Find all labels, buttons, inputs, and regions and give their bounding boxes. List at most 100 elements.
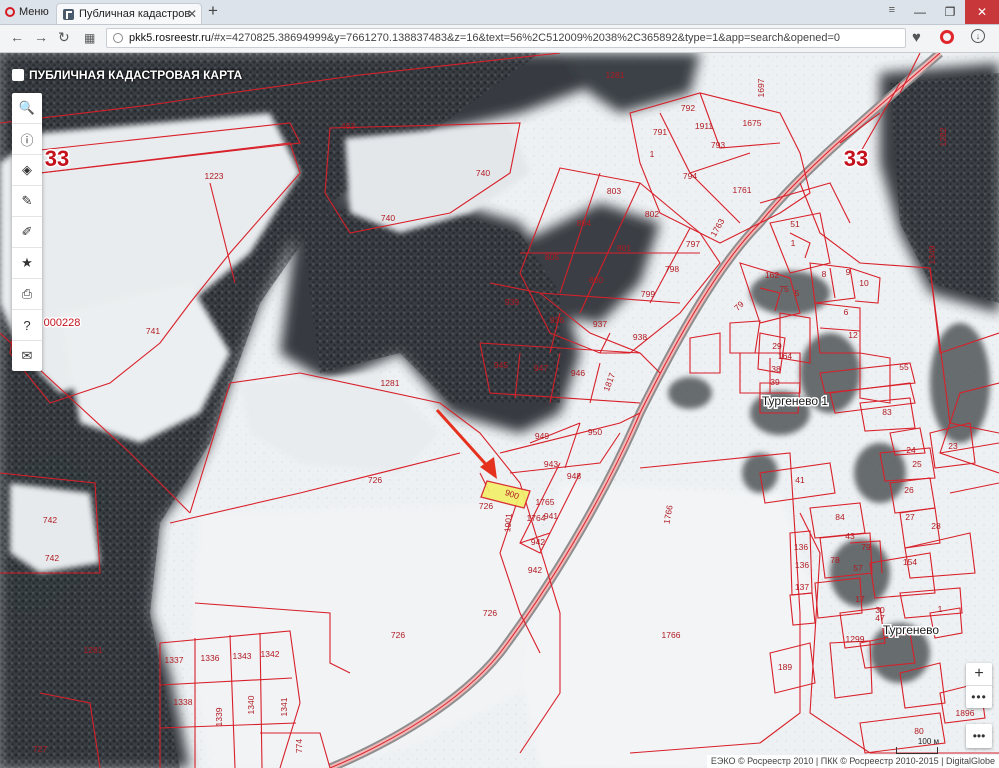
parcel-number-label: 57 [853,563,863,573]
heart-icon[interactable]: ♥ [912,29,921,46]
parcel-number-label: 949 [535,431,549,441]
new-tab-button[interactable]: + [208,1,218,21]
parcel-number-label: 1 [938,604,943,614]
download-icon[interactable]: ↓ [971,29,985,43]
more-options-button[interactable]: ••• [966,724,992,748]
parcel-number-label: 136 [795,560,809,570]
parcel-number-label: 805 [545,252,559,262]
map-canvas[interactable]: 1281463740740122374112817267267267267427… [0,53,999,768]
info-icon: ⓘ [20,132,34,148]
parcel-number-label: 1338 [174,697,193,707]
site-info-icon[interactable] [113,33,123,43]
parcel-number-label: 164 [778,351,792,361]
star-tool-button[interactable]: ★ [12,248,42,279]
search-icon: 🔍 [18,100,36,115]
opera-icon[interactable] [940,30,954,44]
info-tool-button[interactable]: ⓘ [12,124,42,155]
parcel-number-label: 43 [845,531,855,541]
map-toolbar: 🔍 ⓘ ◈ ✎ ✐ ★ ⎙? ✉ [12,93,42,371]
parcel-number-label: 136 [794,542,808,552]
opera-logo-icon [5,7,15,17]
parcel-number-label: 23 [948,441,958,451]
url-domain: pkk5.rosreestr.ru [129,32,211,44]
parcel-number-label: 803 [607,186,621,196]
cadastral-block-label: 000228 [44,317,81,329]
ruler-icon: ✐ [21,224,33,239]
print-icon: ⎙ [21,286,33,301]
parcel-number-label: 1282 [938,127,948,146]
parcel-number-label: 1766 [662,630,681,640]
parcel-number-label: 6 [844,307,849,317]
pencil-tool-button[interactable]: ✎ [12,186,42,217]
parcel-number-label: 799 [641,289,655,299]
map-attribution: ЕЭКО © Росреестр 2010 | ПКК © Росреестр … [706,755,999,768]
parcel-number-label: 55 [899,362,909,372]
print-tool-button[interactable]: ⎙ [12,279,42,310]
tab-title: Публичная кадастровая карт [79,8,191,20]
scale-label: 100 м [917,737,939,746]
parcel-number-label: 1340 [246,695,256,714]
parcel-number-label: 84 [835,512,845,522]
parcel-number-label: 937 [593,319,607,329]
parcel-number-label: 740 [381,213,395,223]
speed-dial-icon[interactable]: ▦ [84,31,95,45]
close-icon[interactable]: ✕ [965,0,999,24]
parcel-number-label: 1341 [279,697,289,716]
parcel-number-label: 945 [494,360,508,370]
zoom-more-button[interactable]: ••• [966,686,992,708]
minimize-icon[interactable]: — [905,0,935,24]
help-tool-button[interactable]: ? [12,310,42,341]
cadastral-map[interactable]: 1281 463 740 740 1223 741 1281 726 726 726 726 742 7… [0,53,999,768]
tab-cadastral-map[interactable]: Публичная кадастровая карт ✕ [56,3,202,24]
back-icon[interactable]: ← [10,29,24,45]
zoom-in-button[interactable]: + [966,663,992,686]
parcel-number-label: 8 [822,269,827,279]
parcel-number-label: 1761 [733,185,752,195]
parcel-number-label: 941 [544,511,558,521]
parcel-number-label: 29 [772,341,782,351]
parcel-number-label: 742 [45,553,59,563]
village-name-label: Тургенево [883,623,940,637]
parcel-number-label: 1901 [502,513,514,533]
layers-tool-button[interactable]: ◈ [12,155,42,186]
parcel-number-label: 9 [846,267,851,277]
tab-close-icon[interactable]: ✕ [187,7,197,21]
tab-favicon-icon [63,8,74,20]
url-field[interactable]: pkk5.rosreestr.ru /#x=4270825.38694999&y… [106,28,906,48]
tab-menu-icon[interactable]: ≡ [889,4,895,16]
mail-tool-button[interactable]: ✉ [12,341,42,371]
parcel-number-label: 51 [790,219,800,229]
parcel-number-label: 189 [778,662,792,672]
parcel-number-label: 47 [875,613,885,623]
parcel-number-label: 75 [779,284,789,294]
parcel-number-label: 939 [505,297,519,307]
search-tool-button[interactable]: 🔍 [12,93,42,124]
map-title-text: ПУБЛИЧНАЯ КАДАСТРОВАЯ КАРТА [29,68,243,82]
parcel-number-label: 800 [589,275,603,285]
parcel-number-label: 802 [645,209,659,219]
parcel-number-label: 804 [577,218,591,228]
parcel-number-label: 726 [479,501,493,511]
parcel-number-label: 947 [534,363,548,373]
parcel-number-label: 726 [483,608,497,618]
parcel-number-label: 791 [653,127,667,137]
forward-icon[interactable]: → [34,29,48,45]
parcel-number-label: 774 [294,739,304,753]
parcel-number-label: 948 [567,471,581,481]
browser-menu-button[interactable]: Меню [0,0,52,24]
parcel-number-label: 946 [571,368,585,378]
parcel-number-label: 793 [711,140,725,150]
parcel-number-label: 5 [795,288,800,298]
parcel-number-label: 83 [882,407,892,417]
parcel-number-label: 938 [633,332,647,342]
parcel-number-label: 942 [528,565,542,575]
address-bar: ← → ↻ ▦ pkk5.rosreestr.ru /#x=4270825.38… [0,25,999,53]
parcel-number-label: 1349 [927,245,937,264]
parcel-number-label: 24 [906,445,916,455]
window-controls: — ❐ ✕ [905,0,999,24]
reload-icon[interactable]: ↻ [58,29,70,46]
maximize-icon[interactable]: ❐ [935,0,965,24]
ruler-tool-button[interactable]: ✐ [12,217,42,248]
scale-bar: 100 м [896,737,939,754]
parcel-number-label: 25 [912,459,922,469]
